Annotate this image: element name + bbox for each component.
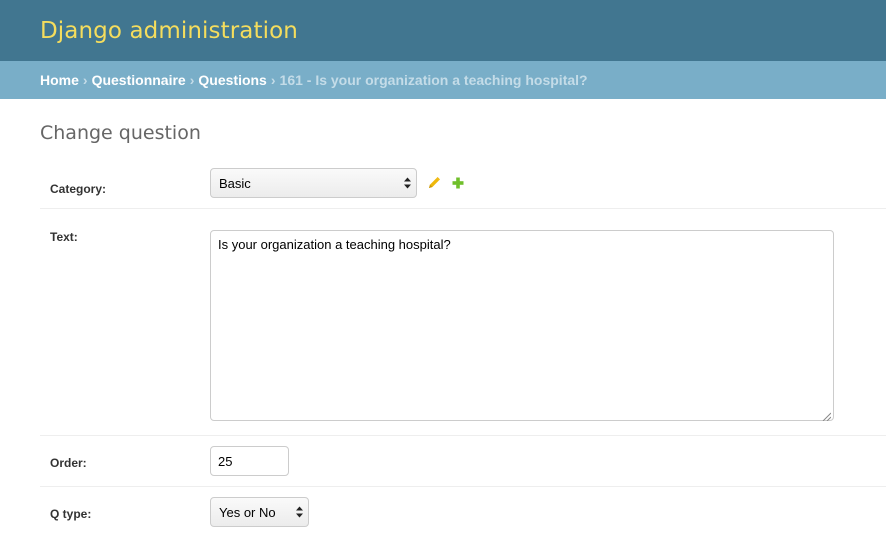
form-row-order: Order: 25 bbox=[40, 436, 886, 487]
q-type-widget: Yes or No bbox=[210, 487, 309, 527]
text-textarea-value: Is your organization a teaching hospital… bbox=[218, 237, 451, 252]
q-type-select-value: Yes or No bbox=[219, 504, 276, 520]
resize-grip-icon[interactable] bbox=[822, 409, 832, 422]
breadcrumb: Home › Questionnaire › Questions › 161 -… bbox=[0, 61, 886, 99]
change-form: Category: Basic Text: Is your organizati… bbox=[40, 167, 886, 538]
q-type-select[interactable]: Yes or No bbox=[210, 497, 309, 527]
breadcrumb-app-link[interactable]: Questionnaire bbox=[92, 72, 186, 88]
order-input-value: 25 bbox=[218, 453, 233, 469]
breadcrumb-home-link[interactable]: Home bbox=[40, 72, 79, 88]
breadcrumb-separator: › bbox=[270, 72, 276, 88]
form-row-text: Text: Is your organization a teaching ho… bbox=[40, 220, 886, 436]
breadcrumb-model-link[interactable]: Questions bbox=[198, 72, 266, 88]
page-title: Change question bbox=[40, 122, 201, 144]
site-title[interactable]: Django administration bbox=[40, 18, 298, 44]
category-select-value: Basic bbox=[219, 175, 251, 191]
category-label: Category: bbox=[50, 182, 107, 196]
order-widget: 25 bbox=[210, 436, 289, 476]
form-row-category: Category: Basic bbox=[40, 167, 886, 209]
order-label: Order: bbox=[50, 456, 87, 470]
updown-arrows-icon bbox=[296, 506, 303, 518]
breadcrumb-separator: › bbox=[82, 72, 88, 88]
q-type-label: Q type: bbox=[50, 507, 92, 521]
pencil-icon[interactable] bbox=[427, 176, 441, 190]
text-textarea[interactable]: Is your organization a teaching hospital… bbox=[210, 230, 834, 422]
form-row-q-type: Q type: Yes or No bbox=[40, 487, 886, 538]
breadcrumb-current: 161 - Is your organization a teaching ho… bbox=[279, 72, 588, 88]
breadcrumb-separator: › bbox=[189, 72, 195, 88]
order-input[interactable]: 25 bbox=[210, 446, 289, 476]
content-area: Change question Category: Basic Text: Is… bbox=[0, 122, 886, 538]
header-bar: Django administration bbox=[0, 0, 886, 61]
plus-icon[interactable] bbox=[451, 176, 465, 190]
category-select[interactable]: Basic bbox=[210, 168, 417, 198]
text-widget: Is your organization a teaching hospital… bbox=[210, 220, 834, 422]
related-widget-actions bbox=[427, 176, 465, 190]
updown-arrows-icon bbox=[404, 177, 411, 189]
category-widget: Basic bbox=[210, 167, 465, 198]
text-label: Text: bbox=[50, 230, 78, 244]
